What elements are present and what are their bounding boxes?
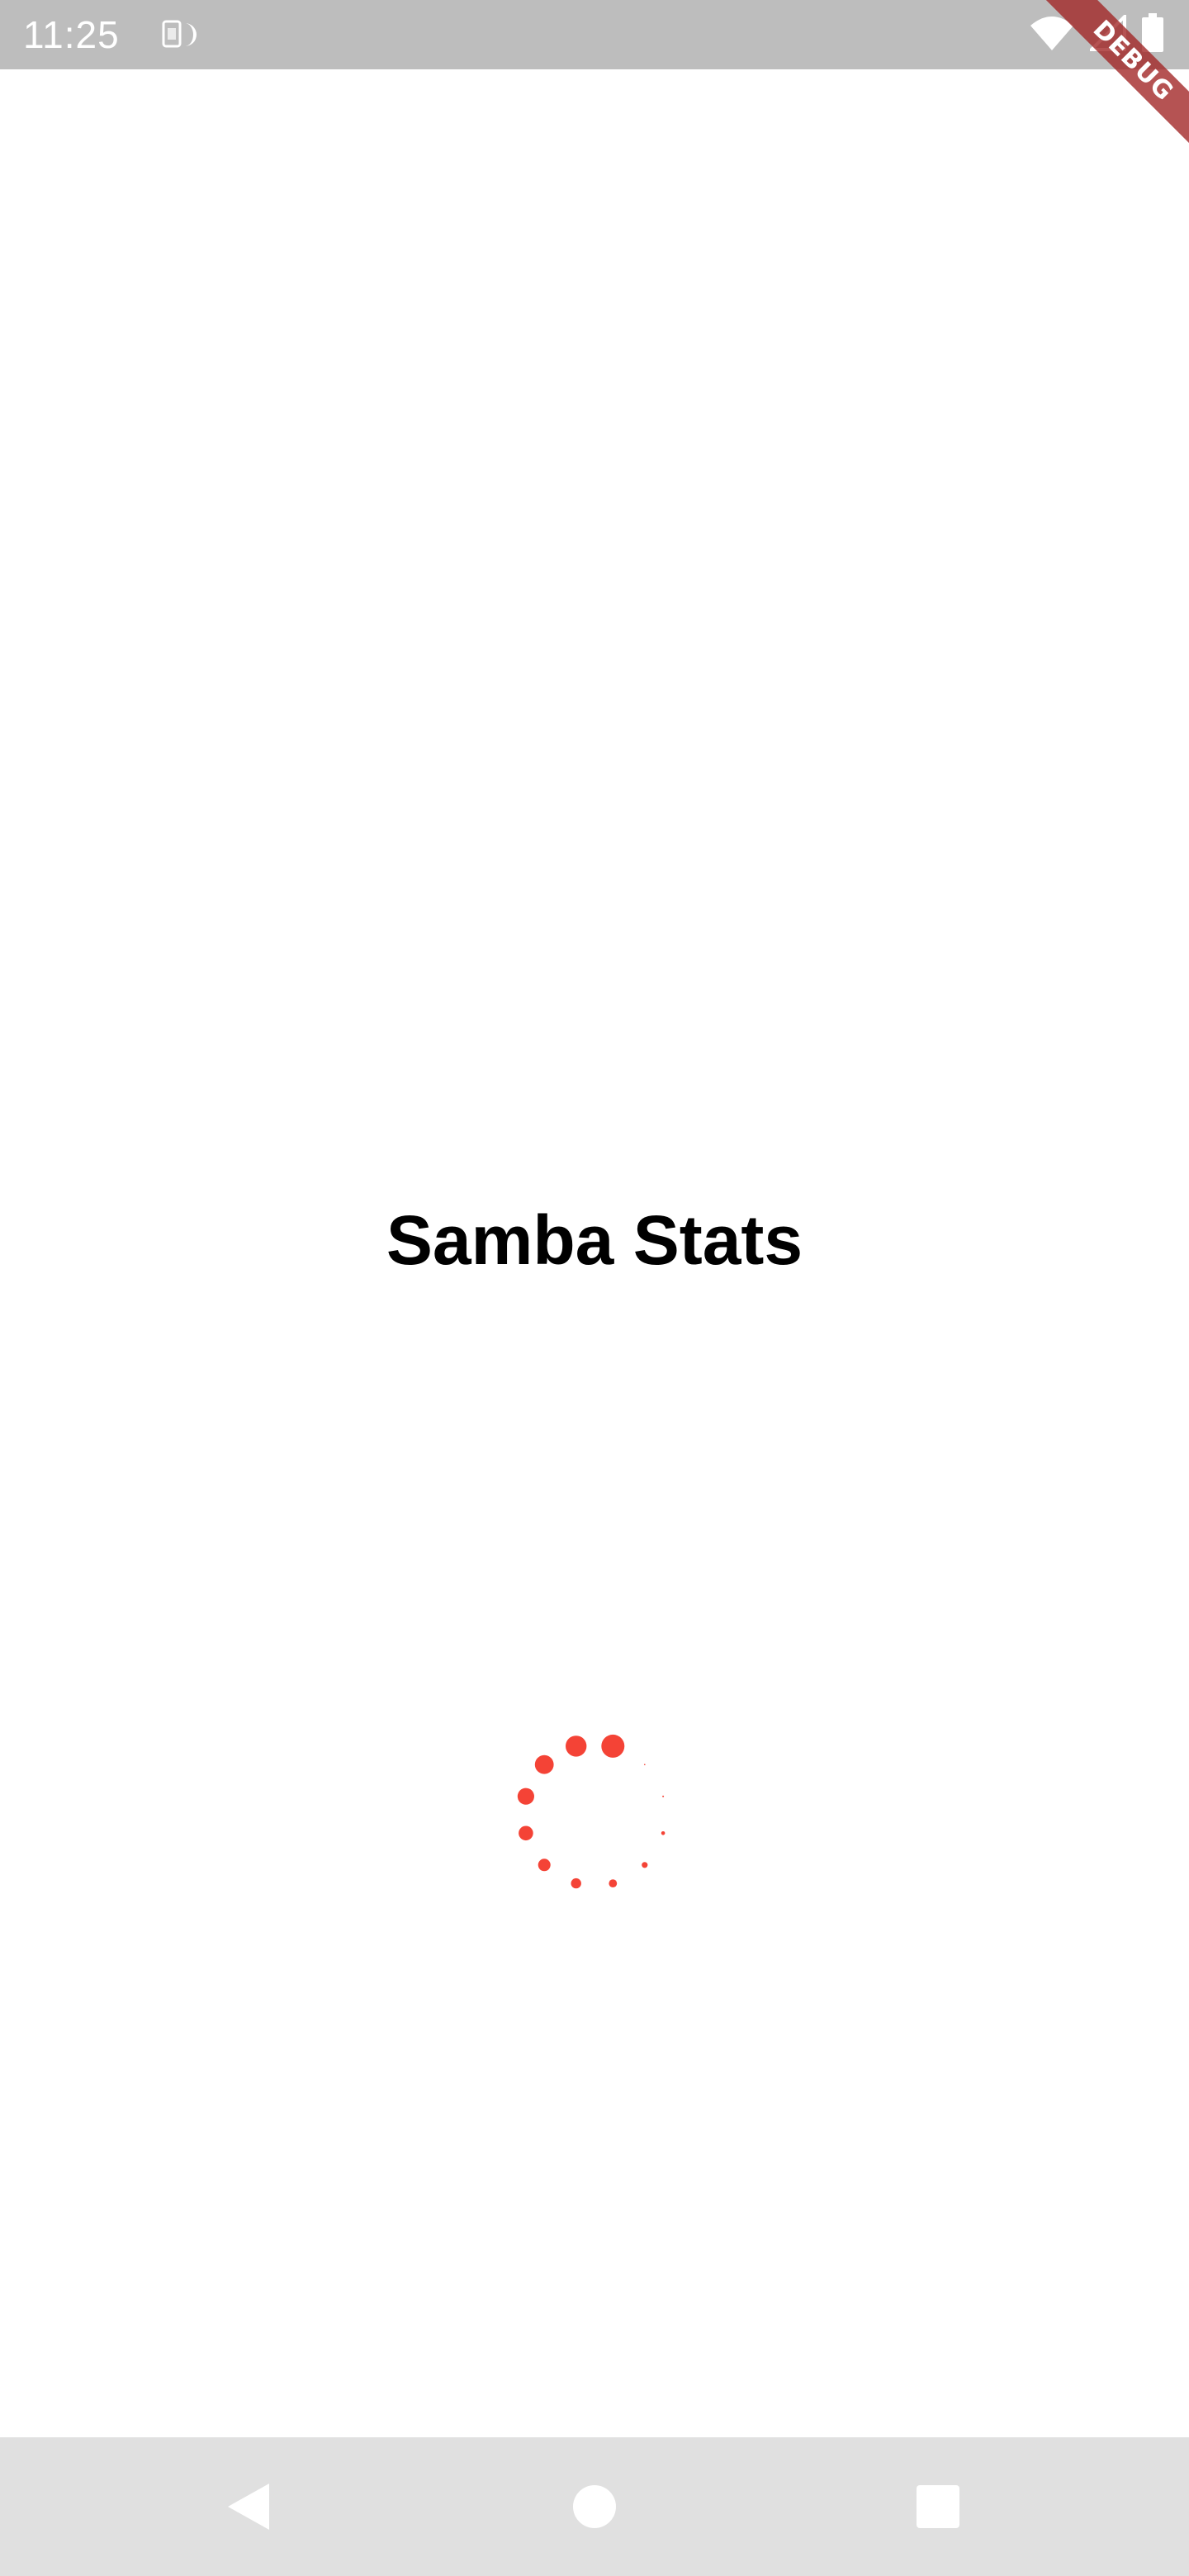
spinner-dot: [644, 1764, 646, 1765]
recents-square-icon: [917, 2485, 959, 2528]
app-title: Samba Stats: [386, 1201, 803, 1279]
spinning-dots-icon: [505, 1726, 684, 1904]
recents-button[interactable]: [869, 2437, 1007, 2576]
spinner-dot: [538, 1859, 551, 1872]
spinner-dot: [601, 1734, 625, 1758]
sim-card-icon: [162, 18, 198, 51]
home-circle-icon: [573, 2485, 616, 2528]
wifi-icon: [1029, 14, 1075, 56]
spinner-dot: [517, 1788, 534, 1805]
spinner-dot: [566, 1735, 587, 1757]
back-button[interactable]: [180, 2437, 319, 2576]
spinner-dot: [534, 1754, 554, 1774]
status-time: 11:25: [23, 13, 120, 56]
status-bar: 11:25: [0, 0, 1189, 69]
navigation-bar: [0, 2437, 1189, 2576]
status-icons-group: [1029, 12, 1164, 57]
spinner-dot: [642, 1862, 648, 1868]
spinner-dot: [662, 1795, 665, 1797]
spinner-dot: [519, 1825, 533, 1841]
spinner-dot: [571, 1878, 581, 1889]
back-triangle-icon: [228, 2484, 269, 2530]
splash-screen: 11:25 DEBUG Samba Stats: [0, 0, 1189, 2576]
home-button[interactable]: [525, 2437, 664, 2576]
cellular-signal-icon: [1087, 12, 1126, 55]
battery-icon: [1141, 12, 1164, 57]
spinner-dot: [609, 1879, 618, 1887]
spinner-dot: [661, 1831, 666, 1835]
